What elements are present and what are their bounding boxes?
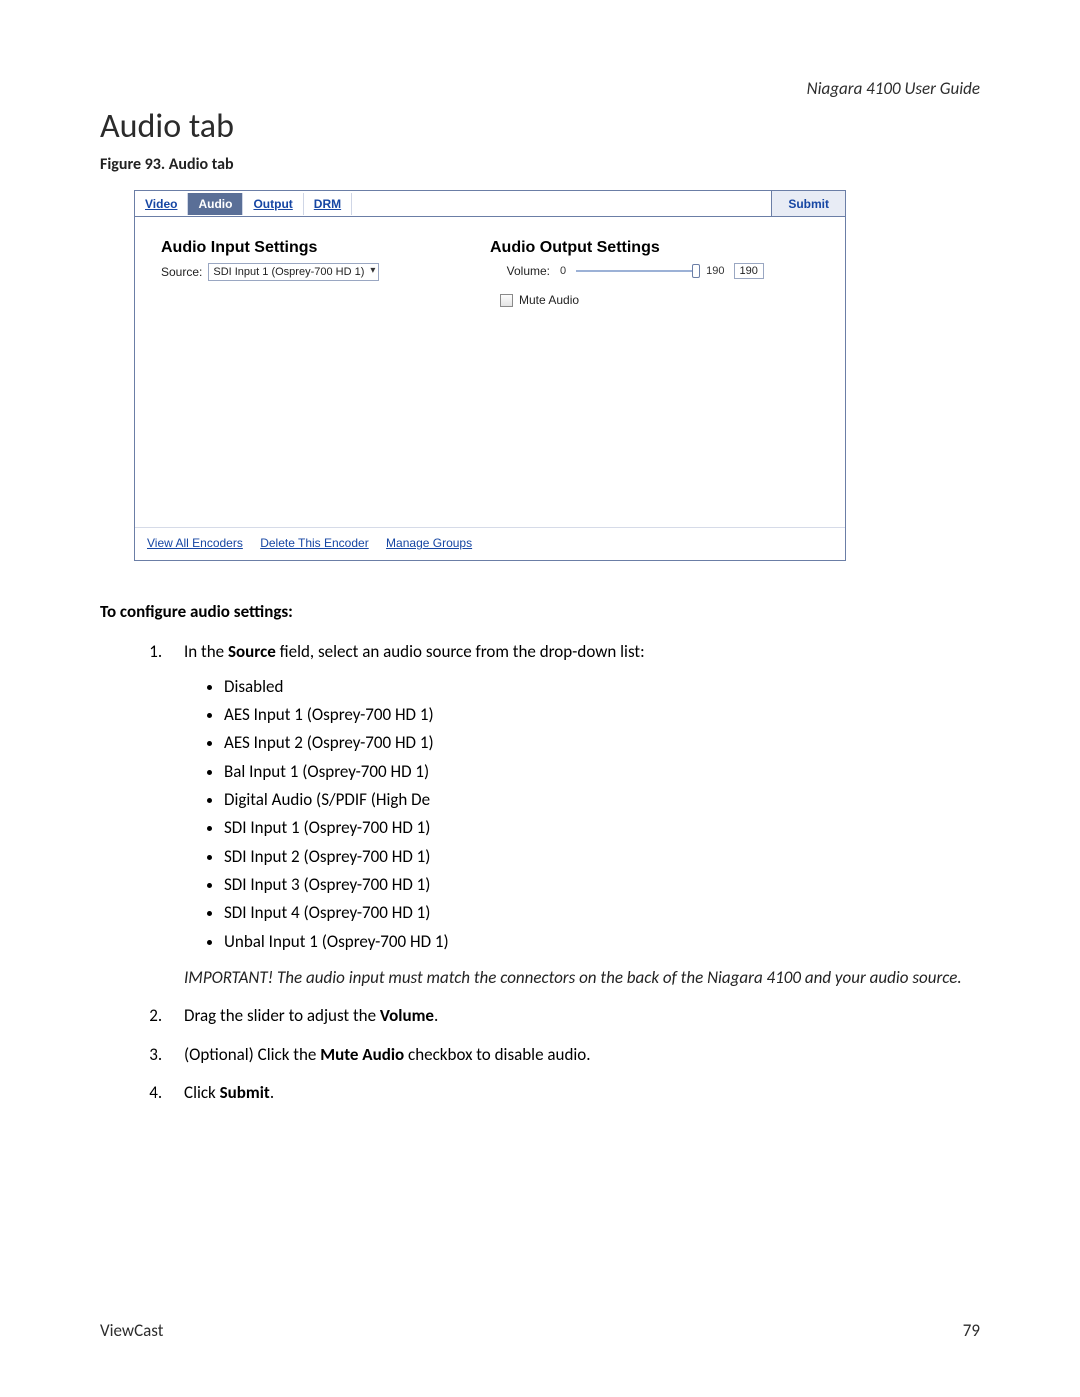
step-2: Drag the slider to adjust the Volume. [166, 1003, 980, 1029]
option-item: Digital Audio (S/PDIF (High De [224, 787, 980, 813]
tab-audio[interactable]: Audio [188, 193, 243, 215]
page-footer: ViewCast 79 [100, 1320, 980, 1341]
step-4-text-pre: Click [184, 1082, 220, 1103]
volume-slider[interactable] [576, 264, 696, 278]
instructions: To configure audio settings: In the Sour… [100, 599, 980, 1107]
option-item: AES Input 2 (Osprey-700 HD 1) [224, 730, 980, 756]
step-1-bold: Source [228, 641, 276, 662]
step-3-text-pre: (Optional) Click the [184, 1044, 320, 1065]
option-item: AES Input 1 (Osprey-700 HD 1) [224, 702, 980, 728]
step-1-text-post: field, select an audio source from the d… [276, 641, 645, 662]
doc-header-right: Niagara 4100 User Guide [807, 78, 980, 99]
instructions-heading: To configure audio settings: [100, 599, 980, 625]
tab-drm[interactable]: DRM [304, 193, 352, 215]
step-3: (Optional) Click the Mute Audio checkbox… [166, 1042, 980, 1068]
step-1: In the Source field, select an audio sou… [166, 639, 980, 991]
settings-panel: Video Audio Output DRM Submit Audio Inpu… [134, 190, 846, 561]
option-item: Bal Input 1 (Osprey-700 HD 1) [224, 759, 980, 785]
volume-min: 0 [560, 265, 566, 277]
option-item: SDI Input 1 (Osprey-700 HD 1) [224, 815, 980, 841]
option-item: SDI Input 3 (Osprey-700 HD 1) [224, 872, 980, 898]
footer-left: ViewCast [100, 1320, 163, 1341]
footer-right: 79 [963, 1320, 980, 1341]
mute-checkbox[interactable] [500, 294, 513, 307]
step-4: Click Submit. [166, 1080, 980, 1106]
step-1-text-pre: In the [184, 641, 228, 662]
submit-button[interactable]: Submit [771, 191, 845, 216]
option-item: SDI Input 4 (Osprey-700 HD 1) [224, 900, 980, 926]
option-item: Disabled [224, 674, 980, 700]
option-item: SDI Input 2 (Osprey-700 HD 1) [224, 844, 980, 870]
step-4-bold: Submit [220, 1082, 270, 1103]
slider-track [576, 270, 696, 272]
input-settings-column: Audio Input Settings Source: SDI Input 1… [161, 239, 490, 519]
step-3-bold: Mute Audio [320, 1044, 404, 1065]
source-options: Disabled AES Input 1 (Osprey-700 HD 1) A… [224, 674, 980, 955]
input-heading: Audio Input Settings [161, 239, 490, 257]
slider-thumb[interactable] [692, 264, 700, 278]
tab-output[interactable]: Output [243, 193, 303, 215]
link-view-all-encoders[interactable]: View All Encoders [147, 536, 243, 550]
source-label: Source: [161, 265, 202, 279]
option-item: Unbal Input 1 (Osprey-700 HD 1) [224, 929, 980, 955]
step-2-text-post: . [434, 1005, 438, 1026]
tab-bar: Video Audio Output DRM Submit [135, 191, 845, 217]
tab-video[interactable]: Video [135, 193, 188, 215]
step-3-text-post: checkbox to disable audio. [404, 1044, 590, 1065]
link-delete-this-encoder[interactable]: Delete This Encoder [260, 536, 369, 550]
output-heading: Audio Output Settings [490, 239, 819, 257]
volume-max: 190 [706, 265, 724, 277]
page-title: Audio tab [100, 106, 980, 147]
volume-label: Volume: [490, 264, 550, 278]
important-note: IMPORTANT! The audio input must match th… [184, 965, 980, 991]
panel-footer: View All Encoders Delete This Encoder Ma… [135, 527, 845, 560]
source-dropdown[interactable]: SDI Input 1 (Osprey-700 HD 1) [208, 263, 379, 281]
step-2-text-pre: Drag the slider to adjust the [184, 1005, 380, 1026]
volume-value[interactable]: 190 [734, 263, 764, 279]
output-settings-column: Audio Output Settings Volume: 0 190 190 … [490, 239, 819, 519]
mute-label: Mute Audio [519, 293, 579, 307]
step-2-bold: Volume [380, 1005, 434, 1026]
step-4-text-post: . [270, 1082, 274, 1103]
link-manage-groups[interactable]: Manage Groups [386, 536, 472, 550]
figure-caption: Figure 93. Audio tab [100, 155, 980, 174]
